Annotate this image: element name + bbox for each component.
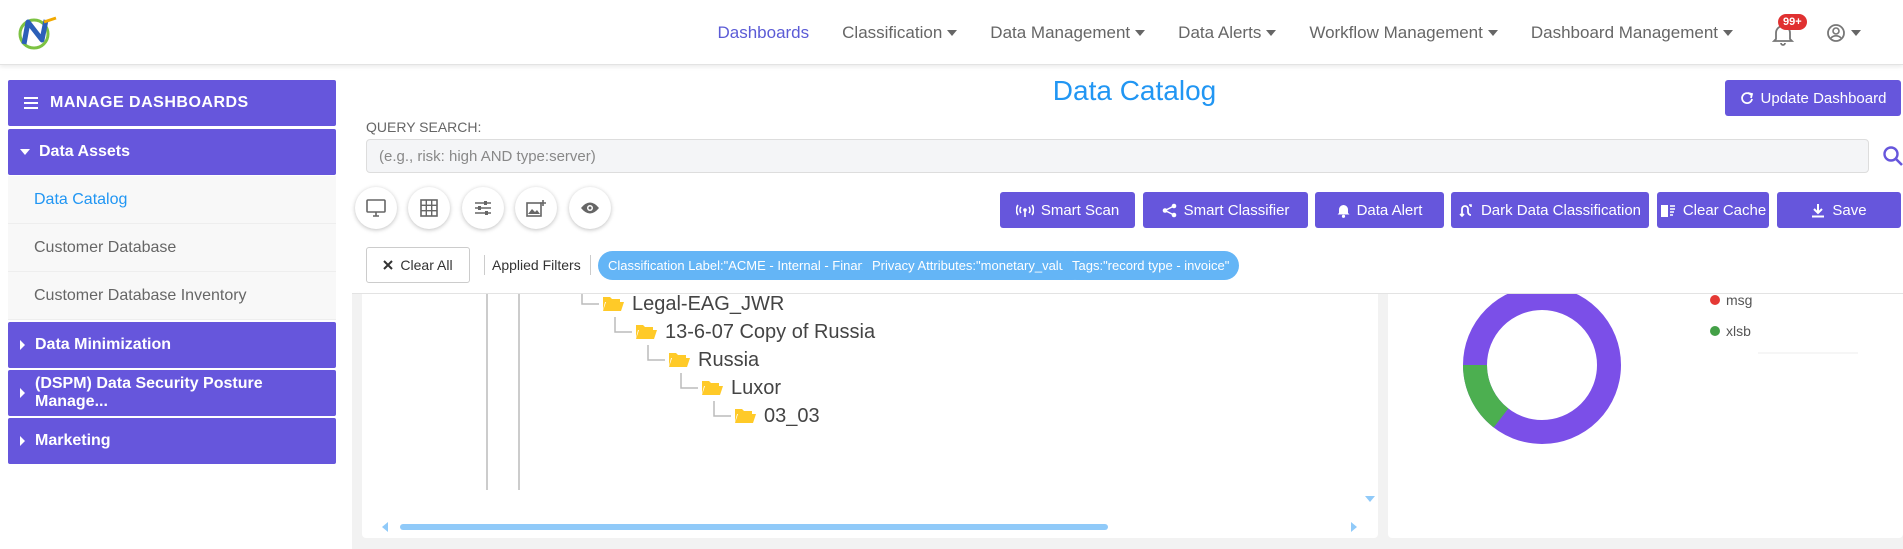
- chevron-down-icon: [947, 29, 958, 36]
- filter-chip-classification-label[interactable]: Classification Label:"ACME - Internal - …: [598, 251, 906, 280]
- nav-data-alerts[interactable]: Data Alerts: [1178, 23, 1277, 43]
- legend-dot: [1710, 326, 1720, 336]
- chevron-down-icon: [1135, 29, 1146, 36]
- eye-icon: [581, 202, 599, 214]
- add-image-button[interactable]: [515, 187, 557, 229]
- folder-node[interactable]: Russia: [669, 349, 760, 371]
- scroll-down-icon[interactable]: [1364, 494, 1376, 504]
- monitor-view-button[interactable]: [355, 187, 397, 229]
- sidebar-header[interactable]: MANAGE DASHBOARDS: [8, 80, 336, 126]
- sidebar-item-customer-database[interactable]: Customer Database: [8, 224, 336, 272]
- data-alert-button[interactable]: Data Alert: [1315, 192, 1444, 228]
- sidebar-item-data-catalog[interactable]: Data Catalog: [8, 176, 336, 224]
- folder-label: 13-6-07 Copy of Russia: [665, 321, 876, 343]
- folder-node[interactable]: Legal-EAG_JWR: [603, 293, 784, 315]
- folder-open-icon: [735, 409, 756, 423]
- main-nav: Dashboards Classification Data Managemen…: [684, 0, 1733, 65]
- query-search-input[interactable]: [366, 139, 1869, 173]
- share-icon: [1162, 203, 1176, 217]
- update-dashboard-button[interactable]: Update Dashboard: [1725, 80, 1901, 116]
- preview-button[interactable]: [569, 187, 611, 229]
- grid-icon: [420, 199, 438, 217]
- route-icon: [1459, 203, 1472, 217]
- bell-icon: [1337, 204, 1350, 218]
- legend-item-xlsb: xlsb: [1710, 323, 1751, 339]
- folder-node[interactable]: 13-6-07 Copy of Russia: [636, 321, 876, 343]
- divider: [590, 255, 591, 275]
- chevron-down-icon: [1266, 29, 1277, 36]
- top-navbar: Dashboards Classification Data Managemen…: [0, 0, 1903, 65]
- nav-workflow-management[interactable]: Workflow Management: [1309, 23, 1498, 43]
- caret-right-icon: [20, 436, 25, 446]
- filter-chip-tags[interactable]: Tags:"record type - invoice": [1062, 251, 1240, 280]
- download-icon: [1812, 203, 1825, 217]
- smart-classifier-button[interactable]: Smart Classifier: [1143, 192, 1308, 228]
- folder-label: Russia: [698, 349, 760, 371]
- legend-item-msg: msg: [1710, 292, 1752, 308]
- sidebar-item-customer-database-inventory[interactable]: Customer Database Inventory: [8, 272, 336, 320]
- page-title: Data Catalog: [1052, 75, 1217, 106]
- main-content: Legal_DeptCorporate LegalLegal-EAG_JWR13…: [352, 65, 1903, 549]
- sidebar-section-data-minimization[interactable]: Data Minimization: [8, 322, 336, 368]
- applied-filters-label: Applied Filters: [492, 257, 581, 273]
- smart-scan-button[interactable]: Smart Scan: [1000, 192, 1135, 228]
- scroll-right-icon[interactable]: [1349, 521, 1359, 533]
- folder-label: 03_03: [764, 405, 820, 427]
- divider: [484, 255, 485, 275]
- sidebar-section-data-assets[interactable]: Data Assets: [8, 129, 336, 175]
- clear-cache-button[interactable]: Clear Cache: [1657, 192, 1769, 228]
- folder-node[interactable]: Luxor: [702, 377, 781, 399]
- monitor-icon: [366, 199, 386, 217]
- chevron-down-icon: [1851, 30, 1861, 36]
- grid-view-button[interactable]: [408, 187, 450, 229]
- sliders-icon: [475, 201, 491, 215]
- caret-right-icon: [20, 388, 25, 398]
- donut-slice-secondary: [1463, 364, 1509, 428]
- add-image-icon: [526, 200, 546, 217]
- close-icon: [383, 260, 394, 270]
- caret-right-icon: [20, 340, 25, 350]
- folder-open-icon: [603, 297, 624, 311]
- refresh-icon: [1740, 92, 1753, 104]
- dark-data-classification-button[interactable]: Dark Data Classification: [1451, 192, 1649, 228]
- sidebar-section-dspm[interactable]: (DSPM) Data Security Posture Manage...: [8, 370, 336, 416]
- hamburger-icon: [24, 94, 38, 112]
- dashboard-header: Data Catalog Update Dashboard QUERY SEAR…: [352, 65, 1903, 294]
- sidebar-section-marketing[interactable]: Marketing: [8, 418, 336, 464]
- scroll-left-icon[interactable]: [380, 521, 390, 533]
- caret-down-icon: [20, 149, 30, 155]
- filter-chip-privacy-attributes[interactable]: Privacy Attributes:"monetary_value": [862, 251, 1088, 280]
- folder-open-icon: [669, 353, 690, 367]
- chevron-down-icon: [1487, 29, 1498, 36]
- company-logo[interactable]: [14, 14, 62, 50]
- user-circle-icon: [1827, 24, 1845, 42]
- nav-data-management[interactable]: Data Management: [990, 23, 1146, 43]
- query-search-label: QUERY SEARCH:: [366, 119, 482, 135]
- eraser-icon: [1660, 204, 1675, 217]
- folder-node[interactable]: 03_03: [735, 405, 820, 427]
- clear-all-filters-button[interactable]: Clear All: [366, 247, 470, 283]
- nav-dashboard-management[interactable]: Dashboard Management: [1531, 23, 1733, 43]
- search-icon[interactable]: [1882, 145, 1903, 167]
- folder-open-icon: [702, 381, 723, 395]
- broadcast-icon: [1015, 204, 1034, 217]
- nav-classification[interactable]: Classification: [842, 23, 958, 43]
- horizontal-scrollbar[interactable]: [400, 524, 1108, 530]
- notification-badge: 99+: [1778, 14, 1807, 30]
- user-menu[interactable]: [1826, 22, 1866, 44]
- sidebar: MANAGE DASHBOARDS Data Assets Data Catal…: [0, 65, 352, 549]
- folder-label: Luxor: [731, 377, 781, 399]
- folder-open-icon: [636, 325, 657, 339]
- legend-dot: [1710, 295, 1720, 305]
- filter-settings-button[interactable]: [462, 187, 504, 229]
- folder-label: Legal-EAG_JWR: [632, 293, 784, 315]
- save-button[interactable]: Save: [1777, 192, 1901, 228]
- chevron-down-icon: [1723, 29, 1733, 36]
- nav-dashboards[interactable]: Dashboards: [717, 23, 809, 43]
